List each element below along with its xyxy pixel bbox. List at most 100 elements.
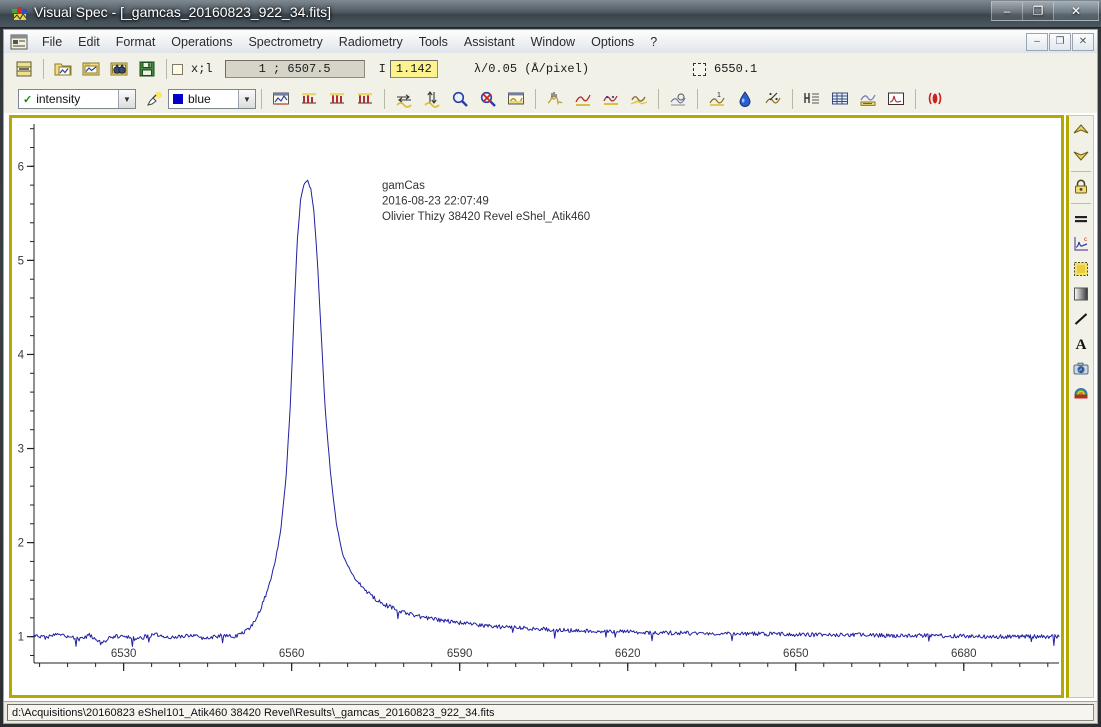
close-button[interactable]: ✕ — [1053, 1, 1099, 21]
line-list-1-icon[interactable] — [297, 87, 321, 111]
smooth-curve-icon[interactable] — [571, 87, 595, 111]
menu-edit[interactable]: Edit — [70, 32, 108, 52]
svg-text:6: 6 — [18, 161, 24, 173]
zoom-in-icon[interactable] — [448, 87, 472, 111]
menu-bar: File Edit Format Operations Spectrometry… — [3, 29, 1098, 53]
palette-icon[interactable] — [1070, 383, 1092, 405]
line-list-3-icon[interactable] — [353, 87, 377, 111]
toolbar2-separator-2 — [384, 89, 385, 109]
header-info-icon[interactable] — [800, 87, 824, 111]
stack-profiles-icon[interactable] — [12, 57, 36, 81]
svg-text:5: 5 — [18, 255, 24, 267]
doppler-split-icon[interactable] — [923, 87, 947, 111]
profile-type-select[interactable]: ✓ intensity ▼ — [18, 89, 136, 109]
chevron-down-icon[interactable]: ▼ — [118, 90, 135, 108]
menu-radiometry[interactable]: Radiometry — [331, 32, 411, 52]
line-list-2-icon[interactable] — [325, 87, 349, 111]
mdi-close-button[interactable]: ✕ — [1072, 33, 1094, 51]
save-icon[interactable] — [135, 57, 159, 81]
open-folder-profile-icon[interactable] — [51, 57, 75, 81]
wavelength-group[interactable]: 6550.1 — [693, 62, 761, 76]
coordinate-field[interactable]: 1 ; 6507.5 — [225, 60, 365, 78]
menu-assistant[interactable]: Assistant — [456, 32, 523, 52]
continuum-fit-icon[interactable] — [599, 87, 623, 111]
document-window-icon[interactable] — [10, 34, 28, 50]
intensity-label: I — [379, 62, 386, 76]
mdi-restore-button[interactable]: ❐ — [1049, 33, 1071, 51]
export-profile-icon[interactable] — [856, 87, 880, 111]
main-toolbar: x;l 1 ; 6507.5 I 1.142 λ/0.05 (Å/pixel) … — [3, 53, 1098, 85]
toolbar2-separator-1 — [261, 89, 262, 109]
vertical-toolbar: c — [1066, 115, 1094, 698]
xl-checkbox[interactable]: x;l — [172, 62, 217, 76]
menu-window[interactable]: Window — [523, 32, 583, 52]
menu-operations[interactable]: Operations — [163, 32, 240, 52]
zoom-cancel-icon[interactable] — [476, 87, 500, 111]
spectrum-icon — [12, 6, 28, 22]
xl-checkbox-label: x;l — [191, 62, 213, 76]
menu-file[interactable]: File — [34, 32, 70, 52]
minimize-button[interactable]: – — [991, 1, 1022, 21]
maximize-button[interactable]: ❐ — [1022, 1, 1053, 21]
snapshot-icon[interactable] — [1070, 358, 1092, 380]
horizontal-scale-icon[interactable] — [392, 87, 416, 111]
gradient-icon[interactable] — [1070, 283, 1092, 305]
preview-graph-icon[interactable] — [884, 87, 908, 111]
line-draw-icon[interactable] — [1070, 308, 1092, 330]
equals-icon[interactable] — [1070, 208, 1092, 230]
svg-text:4: 4 — [18, 349, 25, 361]
menu-format[interactable]: Format — [108, 32, 164, 52]
water-drop-icon[interactable] — [733, 87, 757, 111]
wavelength-checkbox[interactable] — [693, 63, 706, 76]
color-picker-icon[interactable] — [142, 87, 166, 111]
svg-text:6650: 6650 — [783, 648, 809, 660]
svg-text:6590: 6590 — [447, 648, 473, 660]
instrument-response-icon[interactable]: 1 — [705, 87, 729, 111]
color-chevron-down-icon[interactable]: ▼ — [238, 90, 255, 108]
spectrum-chart[interactable]: 123456 653065606590662066506680 gamCas20… — [12, 118, 1061, 695]
data-table-icon[interactable] — [828, 87, 852, 111]
menu-options[interactable]: Options — [583, 32, 642, 52]
title-bar: Visual Spec - [_gamcas_20160823_922_34.f… — [0, 0, 1101, 28]
open-image-icon[interactable] — [79, 57, 103, 81]
plot-frame[interactable]: 123456 653065606590662066506680 gamCas20… — [9, 115, 1064, 698]
mdi-minimize-button[interactable]: – — [1026, 33, 1048, 51]
lock-icon[interactable] — [1070, 176, 1092, 198]
svg-text:6680: 6680 — [951, 648, 977, 660]
scroll-up-icon[interactable] — [1070, 119, 1092, 141]
toolbar-separator-2 — [166, 59, 167, 79]
application-window: Visual Spec - [_gamcas_20160823_922_34.f… — [0, 0, 1101, 727]
vtool-separator-1 — [1071, 171, 1091, 172]
color-swatch — [173, 94, 183, 104]
image-thumbnail-icon[interactable] — [1070, 258, 1092, 280]
file-path-field[interactable]: d:\Acquisitions\20160823 eShel101_Atik46… — [7, 704, 1094, 721]
multi-profile-window-icon[interactable] — [269, 87, 293, 111]
binoculars-search-icon[interactable] — [107, 57, 131, 81]
intensity-value-field[interactable]: 1.142 — [390, 60, 438, 78]
text-tool-icon[interactable]: A — [1070, 333, 1092, 355]
lambda-calibrate-icon[interactable] — [666, 87, 690, 111]
vtool-separator-2 — [1071, 203, 1091, 204]
image-profile-icon[interactable] — [504, 87, 528, 111]
color-select[interactable]: blue ▼ — [168, 89, 256, 109]
scroll-down-icon[interactable] — [1070, 144, 1092, 166]
xl-checkbox-box[interactable] — [172, 64, 183, 75]
menu-spectrometry[interactable]: Spectrometry — [240, 32, 330, 52]
svg-text:3: 3 — [18, 444, 24, 456]
normalize-icon[interactable] — [627, 87, 651, 111]
mdi-window-controls: – ❐ ✕ — [1025, 33, 1094, 51]
wavelength-value: 6550.1 — [714, 62, 757, 76]
svg-text:1: 1 — [717, 92, 721, 99]
remove-cosmic-icon[interactable] — [543, 87, 567, 111]
toolbar2-separator-7 — [915, 89, 916, 109]
divide-profile-icon[interactable] — [761, 87, 785, 111]
profile-graph-icon[interactable]: c — [1070, 233, 1092, 255]
menu-tools[interactable]: Tools — [411, 32, 456, 52]
toolbar2-separator-5 — [697, 89, 698, 109]
menu-help[interactable]: ? — [642, 32, 665, 52]
vertical-scale-icon[interactable] — [420, 87, 444, 111]
profile-type-value: intensity — [36, 92, 80, 106]
color-value: blue — [188, 92, 211, 106]
status-bar: d:\Acquisitions\20160823 eShel101_Atik46… — [3, 701, 1098, 724]
dispersion-label: λ/0.05 (Å/pixel) — [474, 62, 589, 76]
